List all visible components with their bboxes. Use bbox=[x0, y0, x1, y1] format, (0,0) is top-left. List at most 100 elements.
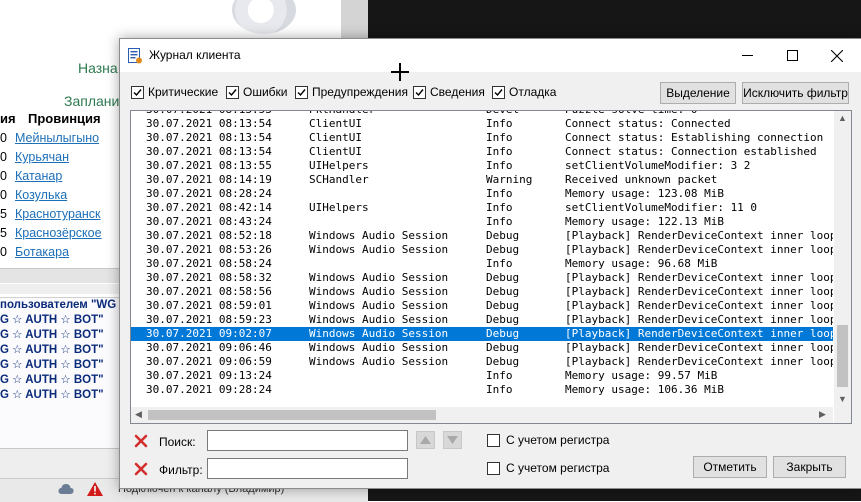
cloud-icon[interactable] bbox=[58, 483, 74, 495]
scroll-left-icon[interactable]: ◀ bbox=[135, 409, 142, 420]
log-level: Debug bbox=[486, 355, 520, 368]
filter-critical-checkbox[interactable]: Критические bbox=[131, 85, 218, 99]
horizontal-scroll-thumb[interactable] bbox=[148, 410, 436, 420]
log-source: Windows Audio Session bbox=[309, 299, 449, 312]
log-source: Windows Audio Session bbox=[309, 327, 449, 340]
log-level: Debug bbox=[486, 313, 520, 326]
log-row[interactable]: 30.07.2021 09:06:46 Windows Audio Session… bbox=[131, 341, 833, 355]
log-level: Info bbox=[486, 117, 513, 130]
minimize-button[interactable] bbox=[724, 39, 770, 72]
vertical-scrollbar[interactable]: ▲ ▼ bbox=[834, 111, 851, 407]
province-link[interactable]: Катанар bbox=[15, 167, 62, 186]
row-number: 5 bbox=[0, 226, 7, 240]
search-prev-button[interactable] bbox=[416, 431, 435, 449]
list-item: 0 Мейнылыгыно bbox=[0, 129, 120, 148]
maximize-icon bbox=[786, 50, 798, 61]
province-link[interactable]: Курьячан bbox=[15, 148, 69, 167]
province-link[interactable]: Краснозёрское bbox=[15, 224, 102, 243]
log-row[interactable]: 30.07.2021 09:02:07 Windows Audio Session… bbox=[131, 327, 833, 341]
log-row[interactable]: 30.07.2021 08:59:01 Windows Audio Session… bbox=[131, 299, 833, 313]
filter-errors-checkbox[interactable]: Ошибки bbox=[226, 85, 288, 99]
log-level: Info bbox=[486, 159, 513, 172]
log-list[interactable]: 30.07.2021 08:13:53PktHandlerDevelPuzzle… bbox=[130, 110, 852, 424]
window-title: Журнал клиента bbox=[149, 48, 241, 62]
log-row[interactable]: 30.07.2021 08:13:54 ClientUI Info Connect s… bbox=[131, 117, 833, 131]
scroll-right-icon[interactable]: ▶ bbox=[819, 409, 826, 420]
column-header-province: Провинция bbox=[28, 111, 101, 126]
log-time: 30.07.2021 08:43:24 bbox=[146, 215, 272, 228]
log-row[interactable]: 30.07.2021 08:13:55 UIHelpers Info setClien… bbox=[131, 159, 833, 173]
log-message: [Playback] RenderDeviceContext inner loo… bbox=[565, 313, 833, 326]
log-row[interactable]: 30.07.2021 09:06:59 Windows Audio Session… bbox=[131, 355, 833, 369]
log-row[interactable]: 30.07.2021 08:14:19 SCHandler Warning Recei… bbox=[131, 173, 833, 187]
log-row[interactable]: 30.07.2021 09:13:24 Info Memory usage: 99.… bbox=[131, 369, 833, 383]
log-row[interactable]: 30.07.2021 08:52:18 Windows Audio Session… bbox=[131, 229, 833, 243]
log-lines: 30.07.2021 08:13:53PktHandlerDevelPuzzle… bbox=[131, 111, 833, 407]
filter-errors-label: Ошибки bbox=[243, 85, 288, 99]
chat-input-area[interactable] bbox=[0, 448, 120, 479]
log-time: 30.07.2021 09:06:59 bbox=[146, 355, 272, 368]
vertical-scroll-thumb[interactable] bbox=[837, 325, 848, 387]
log-message: Connect status: Connected bbox=[565, 117, 731, 130]
log-row[interactable]: 30.07.2021 08:59:23 Windows Audio Session… bbox=[131, 313, 833, 327]
log-source: Windows Audio Session bbox=[309, 285, 449, 298]
close-window-button[interactable] bbox=[814, 39, 860, 72]
scroll-up-icon[interactable]: ▲ bbox=[838, 113, 847, 123]
select-button[interactable]: Выделение bbox=[660, 82, 736, 104]
warning-icon[interactable] bbox=[87, 482, 103, 496]
mark-button[interactable]: Отметить bbox=[693, 456, 767, 478]
background-scrollbar[interactable] bbox=[0, 268, 120, 283]
search-case-checkbox[interactable]: С учетом регистра bbox=[487, 433, 609, 447]
checkbox-icon bbox=[487, 433, 500, 447]
filter-debug-checkbox[interactable]: Отладка bbox=[492, 85, 556, 99]
log-message: Memory usage: 123.08 MiB bbox=[565, 187, 724, 200]
maximize-button[interactable] bbox=[769, 39, 815, 72]
clear-search-icon[interactable] bbox=[134, 434, 148, 448]
clear-filter-icon[interactable] bbox=[134, 462, 148, 476]
log-message: Memory usage: 122.13 MiB bbox=[565, 215, 724, 228]
log-message: Memory usage: 99.57 MiB bbox=[565, 369, 718, 382]
chat-line: G ☆ AUTH ☆ BOT" bbox=[0, 329, 104, 341]
background-top-strip bbox=[0, 0, 368, 42]
exclude-filter-button[interactable]: Исключить фильтр bbox=[742, 82, 849, 104]
close-button[interactable]: Закрыть bbox=[773, 456, 846, 478]
list-item: 0 Катанар bbox=[0, 167, 120, 186]
filter-case-checkbox[interactable]: С учетом регистра bbox=[487, 461, 609, 475]
log-time: 30.07.2021 08:59:23 bbox=[146, 313, 272, 326]
search-next-button[interactable] bbox=[443, 431, 462, 449]
log-message: [Playback] RenderDeviceContext inner loo… bbox=[565, 285, 833, 298]
scroll-down-icon[interactable]: ▼ bbox=[838, 394, 847, 404]
log-row[interactable]: 30.07.2021 09:28:24 Info Memory usage: 106… bbox=[131, 383, 833, 397]
row-number: 0 bbox=[0, 188, 7, 202]
log-time: 30.07.2021 08:13:55 bbox=[146, 159, 272, 172]
filter-input[interactable] bbox=[207, 458, 408, 479]
log-time: 30.07.2021 09:13:24 bbox=[146, 369, 272, 382]
log-row[interactable]: 30.07.2021 08:43:24 Info Memory usage: 122… bbox=[131, 215, 833, 229]
log-row[interactable]: 30.07.2021 08:58:24 Info Memory usage: 96.… bbox=[131, 257, 833, 271]
filter-warnings-checkbox[interactable]: Предупреждения bbox=[295, 85, 408, 99]
log-level: Debug bbox=[486, 271, 520, 284]
planned-label: Заплани bbox=[64, 93, 120, 109]
province-link[interactable]: Краснотуранск bbox=[15, 205, 101, 224]
filter-info-label: Сведения bbox=[430, 85, 485, 99]
log-level: Info bbox=[486, 187, 513, 200]
log-message: [Playback] RenderDeviceContext inner loo… bbox=[565, 355, 833, 368]
log-row[interactable]: 30.07.2021 08:28:24 Info Memory usage: 123… bbox=[131, 187, 833, 201]
log-row[interactable]: 30.07.2021 08:58:56 Windows Audio Session… bbox=[131, 285, 833, 299]
checkbox-icon bbox=[492, 85, 505, 99]
log-level: Info bbox=[486, 145, 513, 158]
province-link[interactable]: Ботакара bbox=[15, 243, 69, 262]
filter-info-checkbox[interactable]: Сведения bbox=[413, 85, 485, 99]
horizontal-scrollbar[interactable]: ◀ ▶ bbox=[131, 407, 833, 423]
log-row[interactable]: 30.07.2021 08:13:54 ClientUI Info Connect s… bbox=[131, 145, 833, 159]
log-level: Debug bbox=[486, 341, 520, 354]
province-link[interactable]: Козулька bbox=[15, 186, 67, 205]
log-row[interactable]: 30.07.2021 08:53:26 Windows Audio Session… bbox=[131, 243, 833, 257]
search-input[interactable] bbox=[207, 430, 408, 451]
log-row[interactable]: 30.07.2021 08:58:32 Windows Audio Session… bbox=[131, 271, 833, 285]
log-row[interactable]: 30.07.2021 08:13:54 ClientUI Info Connect s… bbox=[131, 131, 833, 145]
log-message: Memory usage: 96.68 MiB bbox=[565, 257, 718, 270]
province-link[interactable]: Мейнылыгыно bbox=[15, 129, 99, 148]
title-bar[interactable]: Журнал клиента bbox=[120, 39, 861, 72]
log-row[interactable]: 30.07.2021 08:42:14 UIHelpers Info setClien… bbox=[131, 201, 833, 215]
